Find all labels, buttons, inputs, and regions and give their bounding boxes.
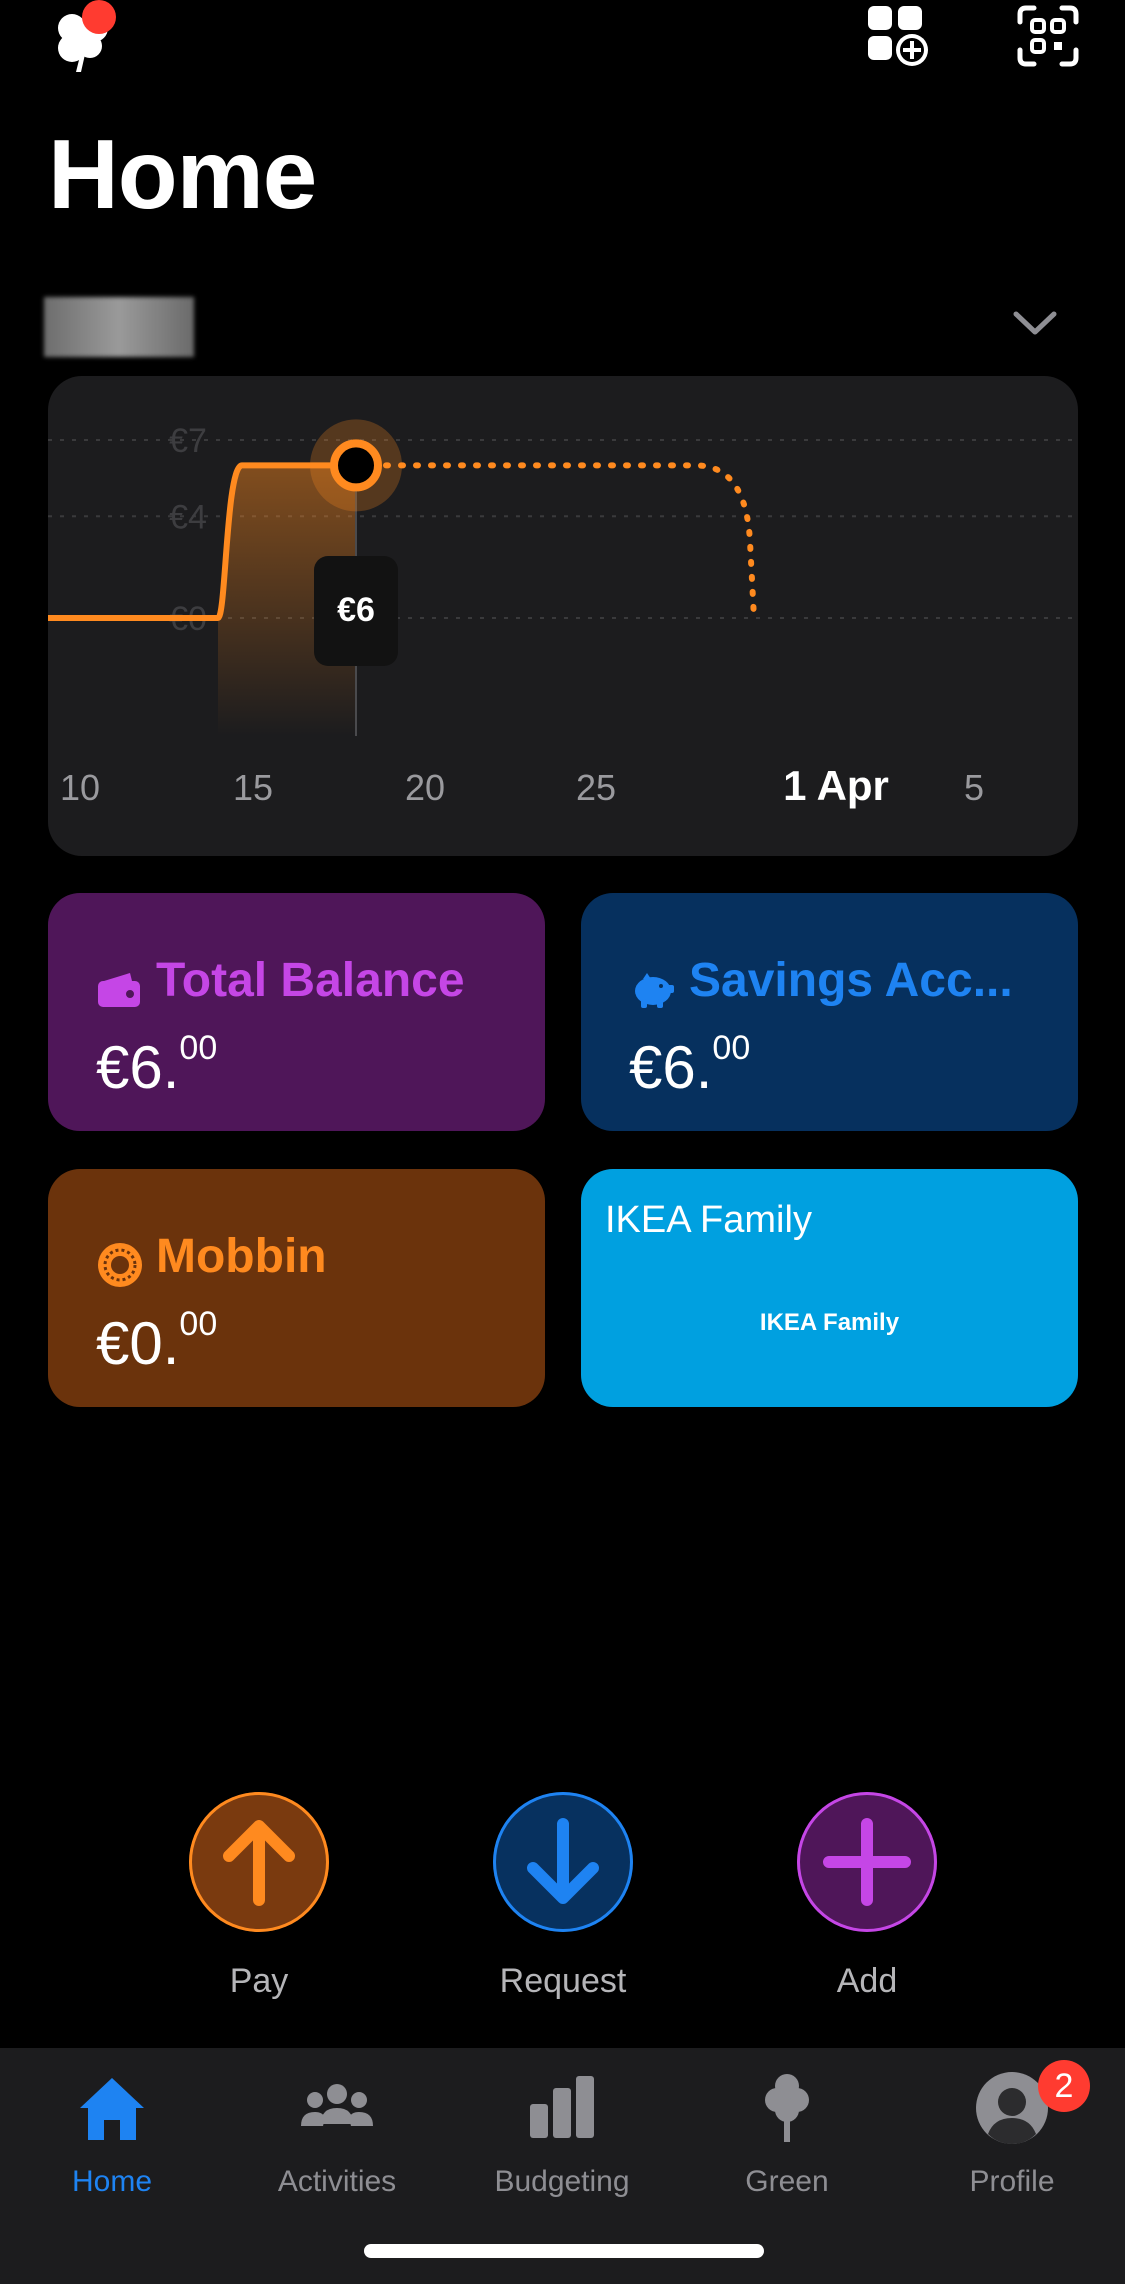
- card-title: Savings Acc...: [689, 954, 1013, 1007]
- pay-label: Pay: [229, 1962, 289, 2000]
- bars-icon: [530, 2076, 594, 2138]
- chart-x-tick-label: 15: [233, 767, 273, 808]
- profile-notification-badge: 2: [1038, 2060, 1090, 2112]
- chart-tooltip-value: €6: [337, 591, 375, 629]
- page-title: Home: [48, 119, 317, 229]
- pay-button[interactable]: [189, 1792, 329, 1932]
- chart-y-tick-label: €7: [169, 422, 207, 460]
- tab-green[interactable]: Green: [687, 2068, 887, 2199]
- tab-activities[interactable]: Activities: [237, 2068, 437, 2199]
- people-icon: [301, 2084, 373, 2126]
- mobbin-card[interactable]: Mobbin €0.00: [48, 1169, 545, 1407]
- chart-x-tick-label: 10: [60, 767, 100, 808]
- qr-scan-icon[interactable]: [1016, 4, 1080, 68]
- chart-tooltip: €6: [314, 556, 398, 666]
- home-indicator: [364, 2244, 764, 2258]
- chart-highlight-point[interactable]: [330, 439, 382, 492]
- tab-label: Green: [745, 2165, 829, 2198]
- card-title: Total Balance: [156, 954, 465, 1007]
- coin-icon: [98, 1243, 142, 1287]
- tab-home[interactable]: Home: [12, 2068, 212, 2199]
- chart-x-tick-label: 5: [964, 767, 984, 808]
- add-label: Add: [836, 1962, 898, 2000]
- chart-y-tick-label: €4: [169, 498, 207, 536]
- chart-x-tick-label: 25: [576, 767, 616, 808]
- wallet-icon: [98, 973, 140, 1007]
- balance-chart[interactable]: €7€4€0 €6 10 15 20 25 1 Apr 5: [48, 376, 1078, 856]
- notification-dot: [82, 0, 116, 34]
- add-button[interactable]: [797, 1792, 937, 1932]
- ikea-family-logo: IKEA Family: [759, 1309, 900, 1336]
- arrow-down-icon: [527, 1818, 599, 1904]
- tab-label: Home: [71, 2165, 153, 2198]
- request-label: Request: [499, 1962, 627, 2000]
- home-icon: [80, 2078, 144, 2140]
- plus-icon: [823, 1818, 911, 1906]
- request-button[interactable]: [493, 1792, 633, 1932]
- tab-label: Activities: [277, 2165, 397, 2198]
- total-balance-card[interactable]: Total Balance €6.00: [48, 893, 545, 1131]
- chart-x-tick-label: 20: [405, 767, 445, 808]
- balance-chart-card[interactable]: €7 €4 €0 €6 10 15 20 25 1 Apr 5: [48, 376, 1078, 856]
- ikea-family-card[interactable]: IKEA Family IKEA Family: [581, 1169, 1078, 1407]
- card-amount: €0.00: [96, 1305, 218, 1377]
- arrow-up-icon: [223, 1820, 295, 1906]
- savings-account-card[interactable]: Savings Acc... €6.00: [581, 893, 1078, 1131]
- chart-projected-line: [353, 462, 757, 621]
- tree-icon: [765, 2074, 809, 2142]
- tab-label: Profile: [969, 2165, 1055, 2198]
- piggy-bank-icon: [635, 973, 674, 1008]
- card-amount: €6.00: [96, 1029, 218, 1101]
- card-amount: €6.00: [629, 1029, 751, 1101]
- tab-label: Budgeting: [494, 2165, 630, 2198]
- chevron-down-icon[interactable]: [1010, 308, 1060, 338]
- account-name-redacted[interactable]: [44, 297, 194, 357]
- add-widget-icon[interactable]: [866, 4, 930, 68]
- card-title: Mobbin: [156, 1230, 327, 1283]
- card-title: IKEA Family: [605, 1199, 812, 1241]
- chart-x-tick-label: 1 Apr: [783, 762, 889, 809]
- tab-budgeting[interactable]: Budgeting: [462, 2068, 662, 2199]
